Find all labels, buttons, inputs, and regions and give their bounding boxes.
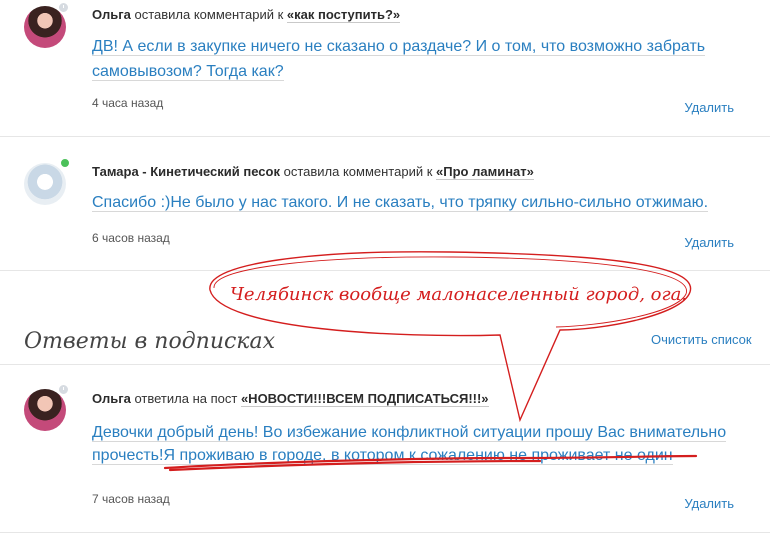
timestamp: 4 часа назад	[92, 96, 164, 110]
avatar[interactable]	[24, 6, 66, 48]
notification-headline: Ольга ответила на пост «НОВОСТИ!!!ВСЕМ П…	[92, 391, 489, 407]
online-status-icon	[60, 158, 70, 168]
post-link[interactable]: «НОВОСТИ!!!ВСЕМ ПОДПИСАТЬСЯ!!!»	[240, 391, 489, 407]
action-text: ответила на пост	[134, 391, 238, 406]
text-fade	[80, 465, 770, 479]
timestamp: 7 часов назад	[92, 492, 170, 506]
delete-button[interactable]: Удалить	[684, 235, 734, 250]
delete-button[interactable]: Удалить	[684, 100, 734, 115]
post-link[interactable]: «как поступить?»	[286, 7, 401, 23]
comment-text[interactable]: Спасибо :)Не было у нас такого. И не ска…	[92, 190, 742, 215]
action-text: оставила комментарий к	[134, 7, 284, 22]
avatar[interactable]	[24, 389, 66, 431]
divider	[0, 532, 770, 533]
notification-headline: Ольга оставила комментарий к «как поступ…	[92, 7, 401, 23]
timestamp: 6 часов назад	[92, 231, 170, 245]
author-link[interactable]: Ольга	[92, 7, 131, 22]
clear-list-button[interactable]: Очистить список	[651, 332, 752, 347]
notification-headline: Тамара - Кинетический песок оставила ком…	[92, 164, 534, 180]
author-link[interactable]: Ольга	[92, 391, 131, 406]
post-link[interactable]: «Про ламинат»	[436, 164, 534, 180]
delete-button[interactable]: Удалить	[684, 496, 734, 511]
avatar[interactable]	[24, 163, 66, 205]
clock-icon	[58, 384, 69, 395]
annotation-text: Челябинск вообще малонаселенный город, о…	[230, 284, 688, 305]
comment-text[interactable]: ДВ! А если в закупке ничего не сказано о…	[92, 34, 742, 84]
divider	[0, 364, 770, 365]
reply-text-line-1[interactable]: Девочки добрый день! Во избежание конфли…	[92, 420, 742, 445]
clock-icon	[58, 2, 69, 13]
divider	[0, 136, 770, 137]
divider	[0, 270, 770, 271]
action-text: оставила комментарий к	[283, 164, 433, 179]
section-title: Ответы в подписках	[24, 329, 275, 354]
author-link[interactable]: Тамара - Кинетический песок	[92, 164, 280, 179]
